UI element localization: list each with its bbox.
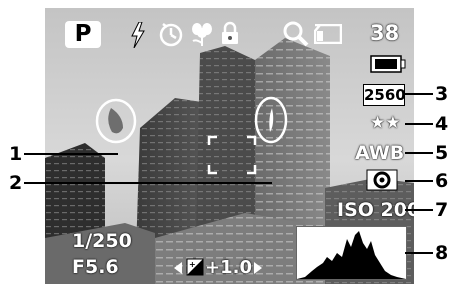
memory-card-icon	[314, 24, 342, 44]
quality-stars: ★★	[370, 113, 401, 133]
flash-icon	[130, 22, 146, 48]
callout-8-leader	[405, 252, 433, 254]
svg-text:+: +	[189, 260, 196, 269]
battery-icon	[370, 54, 406, 74]
callout-5: 5	[435, 142, 449, 164]
lock-icon	[221, 21, 239, 45]
bright-area-warning-right	[254, 96, 288, 144]
shots-remaining: 38	[370, 21, 400, 45]
callout-1: 1	[9, 143, 23, 165]
callout-2-leader	[24, 182, 272, 184]
ev-right-arrow-icon	[254, 262, 262, 274]
shooting-mode-badge: P	[65, 21, 101, 48]
callout-2: 2	[9, 172, 23, 194]
histogram-curve	[297, 231, 406, 279]
metering-icon	[366, 169, 398, 191]
macro-flower-icon	[190, 21, 214, 47]
callout-6: 6	[435, 170, 449, 192]
resolution-badge: 2560	[363, 84, 406, 106]
aperture: F5.6	[72, 256, 119, 278]
lcd-screen: P 38 2560 ★★ AWB ISO 200 1/250 F5.6 + +1…	[45, 8, 414, 284]
callout-4: 4	[435, 113, 449, 135]
magnifier-icon	[283, 21, 309, 47]
ev-left-arrow-icon	[174, 262, 182, 274]
iso-value: ISO 200	[337, 199, 414, 221]
camera-lcd-diagram: P 38 2560 ★★ AWB ISO 200 1/250 F5.6 + +1…	[0, 0, 454, 290]
shutter-speed: 1/250	[72, 230, 132, 252]
callout-6-leader	[405, 180, 433, 182]
ev-compensation-icon: +	[186, 258, 204, 276]
bright-area-warning-left	[95, 98, 137, 144]
callout-7-leader	[405, 209, 433, 211]
exposure-compensation-value: +1.0	[205, 257, 252, 278]
self-timer-icon	[158, 21, 184, 47]
callout-8: 8	[435, 242, 449, 264]
histogram	[296, 226, 407, 280]
focus-frame	[207, 135, 257, 175]
callout-5-leader	[405, 152, 433, 154]
callout-1-leader	[24, 153, 118, 155]
callout-3: 3	[435, 83, 449, 105]
white-balance: AWB	[355, 142, 405, 164]
callout-7: 7	[435, 199, 449, 221]
callout-3-leader	[405, 93, 433, 95]
callout-4-leader	[405, 123, 433, 125]
